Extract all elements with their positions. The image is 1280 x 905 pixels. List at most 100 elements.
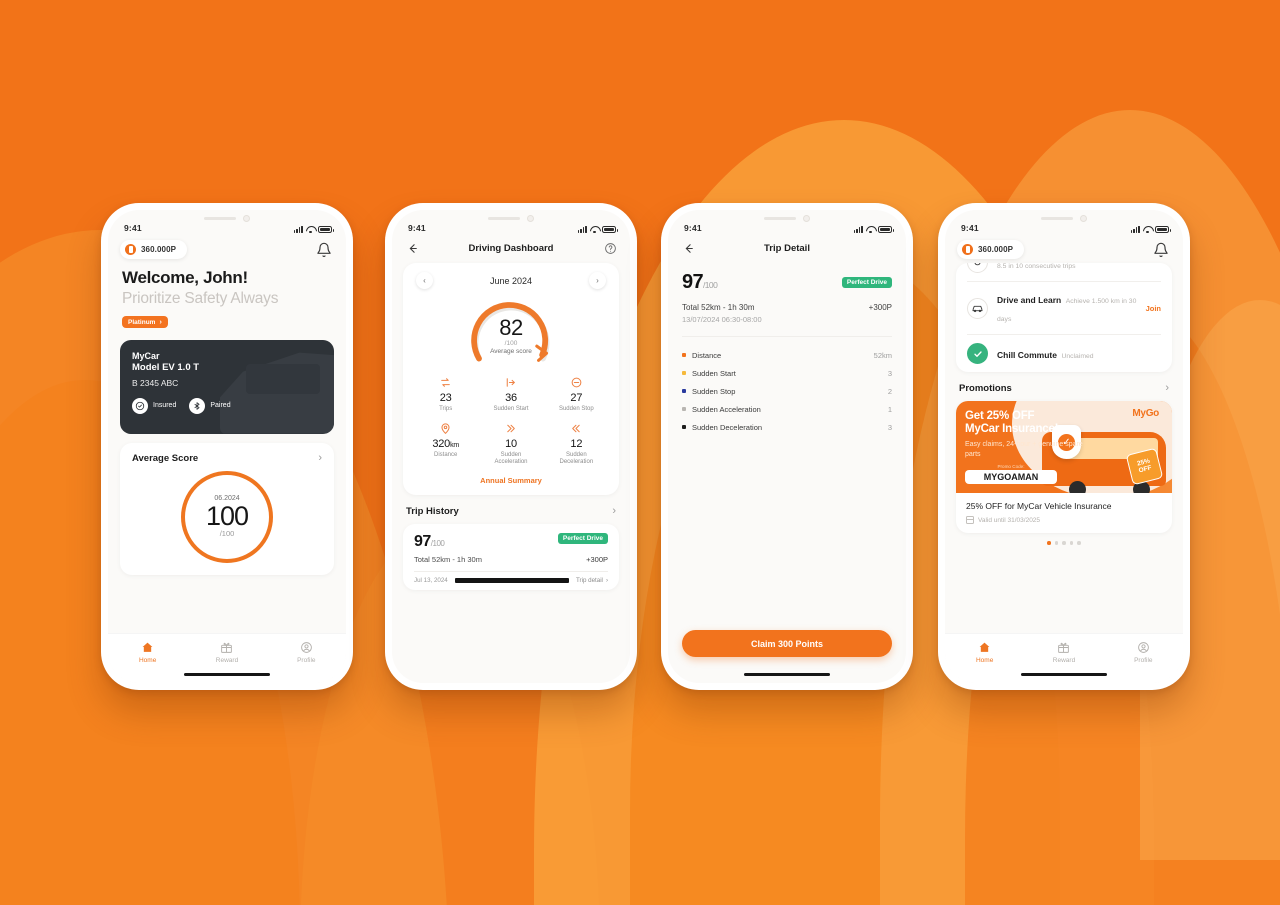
average-score-card[interactable]: Average Score › 06.2024 100 /100 [120, 442, 334, 575]
page-title: Driving Dashboard [468, 242, 554, 254]
chevron-right-icon[interactable]: › [588, 272, 606, 289]
carousel-dot[interactable] [1047, 541, 1051, 545]
front-camera [527, 215, 534, 222]
metric-value: 3 [887, 368, 892, 378]
car-status-chips: Insured Paired [132, 397, 322, 414]
trip-datetime: 13/07/2024 06:30-08:00 [682, 315, 762, 324]
metric-dot-icon [682, 425, 686, 429]
carousel-dot[interactable] [1077, 541, 1081, 545]
join-button[interactable]: Join [1146, 304, 1161, 313]
redacted-time-bar [454, 577, 569, 583]
metric-dot-icon [682, 353, 686, 357]
trip-detail-label: Trip detail [576, 576, 603, 584]
stat-trips: 23 Trips [413, 375, 478, 414]
trip-metrics-list: Distance 52km Sudden Start 3 Sudden Stop… [682, 336, 892, 436]
carousel-dot[interactable] [1062, 541, 1066, 545]
tab-reward-label: Reward [1052, 657, 1076, 664]
score-value: 100 [205, 500, 249, 531]
front-camera [803, 215, 810, 222]
tier-badge[interactable]: Platinum › [122, 316, 168, 328]
banner-subtext: Easy claims, 24-hour + genuine spare par… [965, 441, 1083, 458]
status-time: 9:41 [124, 223, 142, 233]
cellular-signal-icon [1130, 225, 1140, 233]
tab-profile[interactable]: Profile [278, 641, 334, 664]
metric-left: Sudden Acceleration [682, 405, 761, 414]
carousel-dot[interactable] [1054, 541, 1059, 545]
trip-history-header[interactable]: Trip History › [392, 495, 630, 517]
carousel-dot[interactable] [1069, 541, 1074, 545]
annual-summary-link[interactable]: Annual Summary [413, 476, 609, 485]
tab-home[interactable]: Home [120, 641, 176, 664]
chevron-left-icon[interactable]: ‹ [416, 272, 433, 289]
stat-label: Distance [433, 451, 458, 458]
wifi-icon [1143, 226, 1152, 233]
tab-reward[interactable]: Reward [1036, 641, 1092, 664]
reward-text: Drive and Learn Achieve 1.500 km in 30 d… [997, 290, 1137, 326]
poster-canvas: 9:41 360.000P Welcome, John! Prioritize … [0, 0, 1280, 905]
points-pill[interactable]: 360.000P [957, 240, 1025, 259]
score-denominator: /100 [219, 529, 235, 539]
list-item[interactable]: Chill Commute Unclaimed [967, 335, 1161, 372]
bell-icon[interactable] [316, 242, 332, 258]
stat-value: 36 [505, 392, 517, 404]
gauge-score: 82 [499, 314, 523, 340]
tab-profile[interactable]: Profile [1115, 641, 1171, 664]
car-card[interactable]: MyCar Model EV 1.0 T B 2345 ABC Insured [120, 339, 334, 434]
check-circle-icon [967, 343, 988, 364]
trip-summary-row: Total 52km - 1h 30m +300P [682, 303, 892, 312]
home-indicator [184, 672, 270, 676]
stat-sudden-stop: 27 Sudden Stop [544, 375, 609, 414]
brand-logo: MyGo [1132, 408, 1159, 419]
phone-driving-dashboard: 9:41 Driving Dashboard ‹ June 2024 › 82 … [385, 203, 637, 690]
cellular-signal-icon [853, 225, 863, 233]
claim-points-button[interactable]: Claim 300 Points [682, 630, 892, 657]
shield-check-icon [132, 397, 148, 414]
home-indicator [744, 672, 830, 676]
sudden-start-icon [504, 375, 517, 390]
status-time: 9:41 [961, 223, 979, 233]
chip-paired-label: Paired [210, 402, 231, 409]
trip-history-title: Trip History [406, 505, 459, 517]
tab-home[interactable]: Home [957, 641, 1013, 664]
sudden-stop-icon [570, 375, 583, 390]
question-mark-icon[interactable] [603, 241, 617, 255]
chevron-right-icon: › [1165, 382, 1169, 394]
trip-denominator: /100 [430, 538, 445, 548]
metric-left: Sudden Start [682, 369, 736, 378]
back-arrow-icon[interactable] [681, 241, 695, 255]
status-icons [293, 225, 334, 233]
bell-icon[interactable] [1153, 242, 1169, 258]
battery-icon [318, 225, 334, 233]
trip-footer-row: Jul 13, 2024 Trip detail › [414, 570, 608, 590]
list-item[interactable]: Drive and Learn Achieve 1.500 km in 30 d… [967, 282, 1161, 335]
trip-score-row: 97/100 Perfect Drive [682, 271, 892, 294]
list-item: Sudden Acceleration 1 [682, 400, 892, 418]
reward-text: 8.5 in 10 consecutive trips [997, 263, 1161, 273]
score-ring: 06.2024 100 /100 [181, 470, 273, 563]
back-arrow-icon[interactable] [405, 241, 419, 255]
location-pin-icon [439, 421, 452, 436]
points-pill[interactable]: 360.000P [120, 240, 188, 259]
month-label: June 2024 [489, 275, 533, 286]
tab-reward[interactable]: Reward [199, 641, 255, 664]
stat-label: Sudden Deceleration [559, 451, 594, 466]
chevron-right-icon[interactable]: › [318, 452, 322, 464]
stat-label: Sudden Stop [558, 406, 594, 412]
trip-history-item[interactable]: 97/100 Perfect Drive Total 52km - 1h 30m… [403, 523, 619, 590]
gauge-denominator: /100 [504, 339, 518, 347]
average-score-title: Average Score [132, 452, 199, 464]
banner-headline: Get 25% OFF [965, 410, 1035, 422]
stat-sudden-acceleration: 10 Sudden Acceleration [478, 421, 543, 467]
earpiece-speaker [1041, 217, 1073, 220]
trip-detail-header: 97/100 Perfect Drive Total 52km - 1h 30m… [668, 259, 906, 324]
promotion-card[interactable]: ✓ 25% OFF MyGo Get 25% OFF MyCar Insuran… [956, 401, 1172, 533]
reward-subtitle: 8.5 in 10 consecutive trips [997, 263, 1076, 270]
chip-paired: Paired [189, 397, 231, 414]
list-item[interactable]: 8.5 in 10 consecutive trips [967, 263, 1161, 282]
screen-rewards: 9:41 360.000P 8.5 in 10 consecutive trip… [945, 210, 1183, 683]
home-top-row: 360.000P [108, 234, 346, 259]
promotions-header[interactable]: Promotions › [945, 372, 1183, 395]
acceleration-icon [504, 421, 517, 436]
trip-detail-link[interactable]: Trip detail › [576, 577, 608, 584]
metric-left: Sudden Stop [682, 387, 735, 396]
